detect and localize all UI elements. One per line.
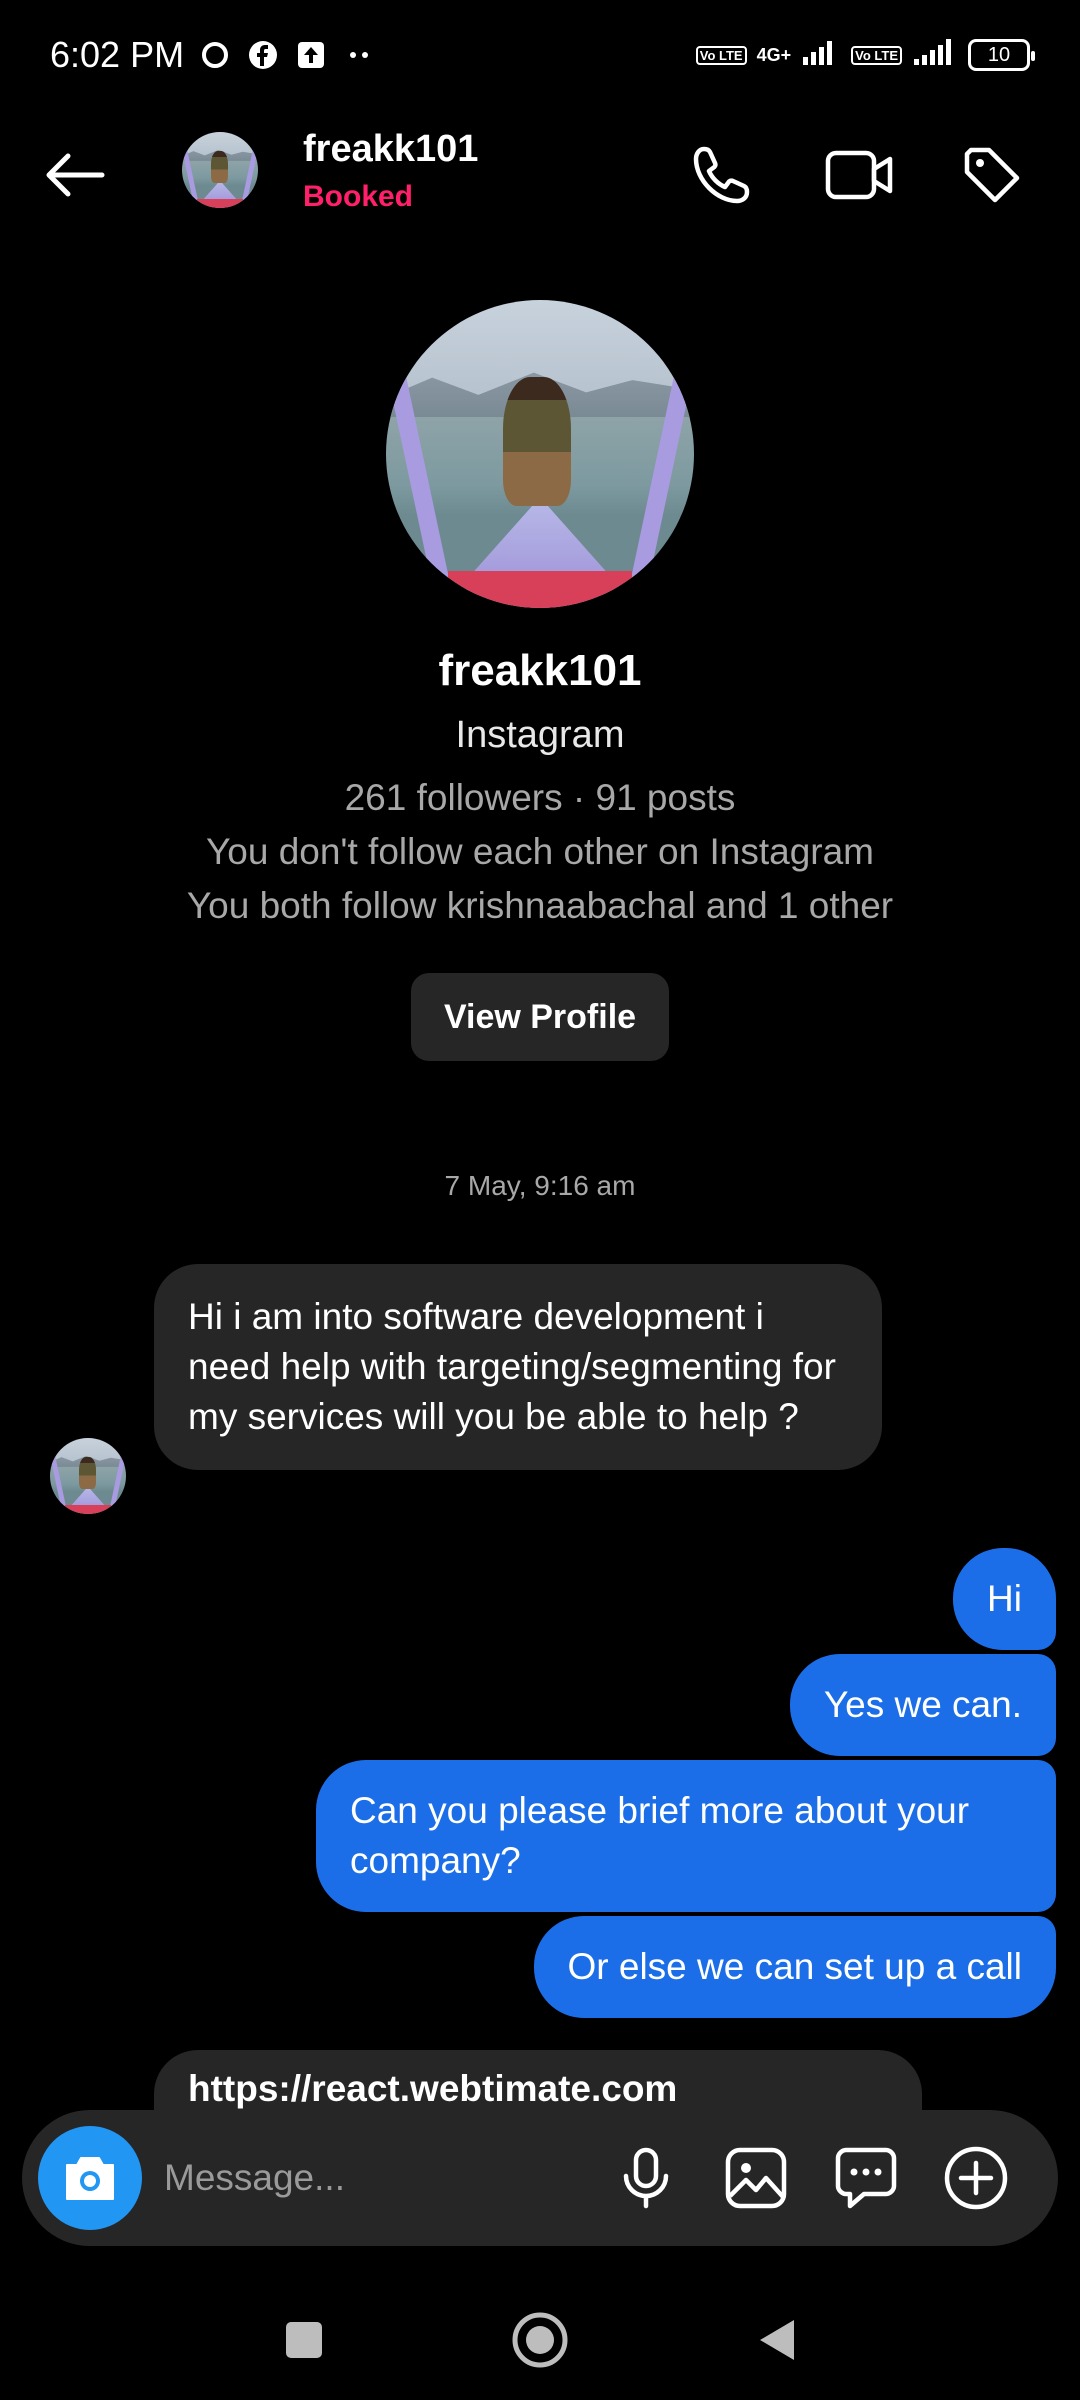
profile-avatar[interactable] <box>386 300 694 608</box>
back-nav-icon[interactable] <box>738 2302 814 2378</box>
profile-platform: Instagram <box>455 714 625 756</box>
avatar[interactable] <box>182 132 258 208</box>
outgoing-message[interactable]: Hi <box>953 1548 1056 1650</box>
outgoing-message[interactable]: Or else we can set up a call <box>533 1916 1056 2018</box>
sender-avatar[interactable] <box>50 1438 126 1514</box>
lte-badge-2: Vo LTE <box>851 45 902 65</box>
signal-icon <box>801 37 841 73</box>
network-label: 4G+ <box>756 44 792 65</box>
incoming-link-message[interactable]: https://react.webtimate.com <box>154 2050 922 2110</box>
back-arrow-icon[interactable] <box>40 140 110 210</box>
facebook-icon <box>246 38 280 72</box>
camera-icon[interactable] <box>38 2126 142 2230</box>
header-status-label: Booked <box>303 180 414 213</box>
status-bar: 6:02 PM Vo LTE 4G+ Vo LTE 10 <box>0 0 1080 110</box>
circle-icon <box>198 38 232 72</box>
home-icon[interactable] <box>502 2302 578 2378</box>
signal-icon-2 <box>912 37 958 73</box>
outgoing-message[interactable]: Can you please brief more about your com… <box>316 1760 1056 1912</box>
phone-icon[interactable] <box>682 135 762 215</box>
status-time: 6:02 PM <box>50 34 185 75</box>
tag-icon[interactable] <box>952 135 1032 215</box>
view-profile-button[interactable]: View Profile <box>411 973 669 1061</box>
header-username[interactable]: freakk101 <box>303 128 478 171</box>
profile-name: freakk101 <box>438 646 642 695</box>
more-dots-icon <box>342 38 376 72</box>
incoming-message[interactable]: Hi i am into software development i need… <box>154 1264 882 1470</box>
chat-header: freakk101 Booked <box>0 120 1080 230</box>
message-input[interactable] <box>164 2148 584 2208</box>
profile-mutual: You both follow krishnaabachal and 1 oth… <box>186 885 894 926</box>
gallery-icon[interactable] <box>716 2138 796 2218</box>
status-left: 6:02 PM <box>50 34 376 76</box>
outgoing-message[interactable]: Yes we can. <box>789 1654 1056 1756</box>
add-icon[interactable] <box>936 2138 1016 2218</box>
lte-badge: Vo LTE <box>695 45 747 65</box>
status-right: Vo LTE 4G+ Vo LTE 10 <box>695 37 1035 73</box>
profile-card: freakk101 Instagram 261 followers · 91 p… <box>0 300 1080 1061</box>
profile-follow-note: You don't follow each other on Instagram <box>205 831 875 872</box>
message-composer <box>22 2110 1058 2246</box>
sticker-chat-icon[interactable] <box>826 2138 906 2218</box>
recent-apps-icon[interactable] <box>266 2302 342 2378</box>
battery-icon: 10 <box>968 39 1035 71</box>
video-call-icon[interactable] <box>820 135 900 215</box>
microphone-icon[interactable] <box>606 2138 686 2218</box>
profile-stats: 261 followers · 91 posts <box>344 777 736 818</box>
system-nav-bar <box>0 2280 1080 2400</box>
message-timestamp: 7 May, 9:16 am <box>444 1170 636 1201</box>
upload-icon <box>294 38 328 72</box>
